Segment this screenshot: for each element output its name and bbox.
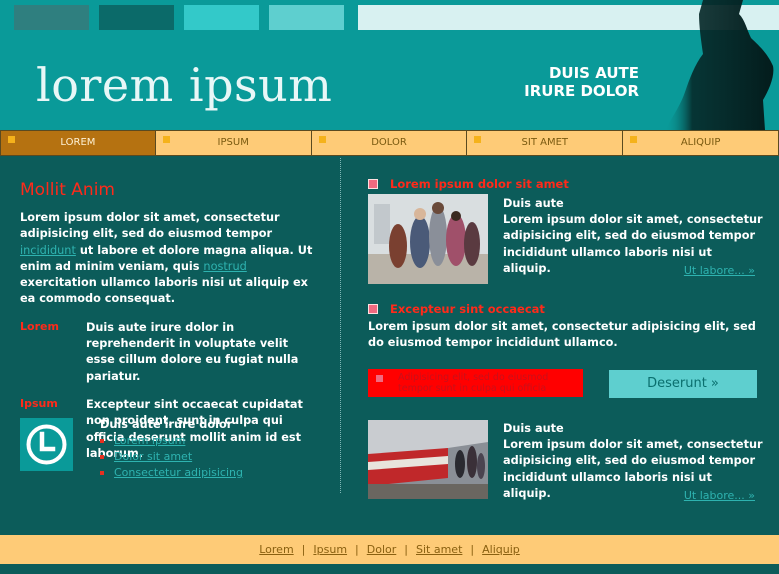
contact-title: Duis aute irure dolor	[100, 418, 233, 431]
woman-silhouette-image	[665, 0, 774, 130]
news-item-title: Duis aute	[503, 197, 564, 210]
clock-icon	[20, 418, 73, 471]
definition-text: Duis aute irure dolor in reprehenderit i…	[86, 320, 299, 383]
nav-label: SIT AMET	[521, 137, 569, 148]
section-2-text: Lorem ipsum dolor sit amet, consectetur …	[368, 320, 756, 350]
header: lorem ipsum DUIS AUTE IRURE DOLOR	[0, 0, 779, 130]
nav-item-dolor[interactable]: DOLOR	[311, 130, 468, 156]
separator: |	[355, 543, 359, 556]
color-swatch-4	[269, 5, 344, 30]
tagline-line-2: IRURE DOLOR	[524, 82, 639, 100]
link-dolor-sit-amet[interactable]: Dolor sit amet	[114, 450, 192, 463]
section-2-title: Excepteur sint occaecat	[390, 302, 545, 316]
contact-body: Duis aute irure dolor Lorem ipsum Dolor …	[100, 418, 243, 481]
crowd-photo	[368, 194, 488, 284]
separator: |	[470, 543, 475, 556]
left-section-title: Mollit Anim	[20, 180, 115, 200]
nav-label: LOREM	[60, 137, 96, 148]
nav-label: ALIQUIP	[680, 137, 721, 148]
column-divider	[340, 158, 341, 493]
alert-box: Adipisicing elit, sed do eiusmod tempor …	[368, 369, 583, 397]
nav-label: IPSUM	[217, 137, 249, 148]
square-icon	[376, 375, 383, 382]
intro-paragraph: Lorem ipsum dolor sit amet, consectetur …	[20, 210, 320, 308]
read-more-link[interactable]: Ut labore... »	[684, 489, 755, 502]
nav-label: DOLOR	[371, 137, 407, 148]
square-icon	[368, 304, 378, 314]
site-logo[interactable]: lorem ipsum	[36, 58, 332, 112]
footer-link-sit-amet[interactable]: Sit amet	[416, 543, 462, 556]
footer-link-lorem[interactable]: Lorem	[259, 543, 293, 556]
bullet-icon	[100, 439, 104, 443]
list-item: Lorem ipsum	[100, 433, 243, 449]
list-item: Consectetur adipisicing	[100, 465, 243, 481]
nav-item-aliquip[interactable]: ALIQUIP	[623, 130, 779, 156]
link-consectetur-adipisicing[interactable]: Consectetur adipisicing	[114, 466, 243, 479]
footer-link-dolor[interactable]: Dolor	[367, 543, 397, 556]
train-photo	[368, 420, 488, 499]
intro-text-3: exercitation ullamco laboris nisi ut ali…	[20, 276, 308, 306]
footer-link-ipsum[interactable]: Ipsum	[313, 543, 347, 556]
intro-link-nostrud[interactable]: nostrud	[203, 260, 246, 273]
color-swatch-2	[99, 5, 174, 30]
definition-term: Lorem	[20, 319, 59, 333]
nav-item-ipsum[interactable]: IPSUM	[155, 130, 312, 156]
read-more-link[interactable]: Ut labore... »	[684, 264, 755, 277]
nav-square-icon	[474, 136, 482, 143]
nav-item-lorem[interactable]: LOREM	[0, 130, 156, 156]
definition-row: Lorem Duis aute irure dolor in reprehend…	[20, 320, 320, 385]
nav-square-icon	[318, 136, 326, 143]
intro-text-1: Lorem ipsum dolor sit amet, consectetur …	[20, 211, 280, 241]
intro-link-incididunt[interactable]: incididunt	[20, 244, 76, 257]
header-tagline: DUIS AUTE IRURE DOLOR	[524, 64, 639, 100]
square-icon	[368, 179, 378, 189]
color-swatch-3	[184, 5, 259, 30]
nav-item-sit-amet[interactable]: SIT AMET	[467, 130, 624, 156]
separator: |	[301, 543, 306, 556]
footer-link-aliquip[interactable]: Aliquip	[482, 543, 520, 556]
footer-nav: Lorem | Ipsum | Dolor | Sit amet | Aliquip	[0, 535, 779, 564]
section-1-header: Lorem ipsum dolor sit amet	[368, 177, 569, 191]
section-2-header: Excepteur sint occaecat	[368, 302, 545, 316]
main-nav: LOREM IPSUM DOLOR SIT AMET ALIQUIP	[0, 130, 779, 156]
list-item: Dolor sit amet	[100, 449, 243, 465]
link-lorem-ipsum[interactable]: Lorem ipsum	[114, 434, 185, 447]
color-swatch-1	[14, 5, 89, 30]
separator: |	[404, 543, 408, 556]
tagline-line-1: DUIS AUTE	[548, 64, 639, 82]
news-item-title: Duis aute	[503, 422, 564, 435]
nav-square-icon	[162, 136, 170, 143]
section-1-title: Lorem ipsum dolor sit amet	[390, 177, 569, 191]
deserunt-button[interactable]: Deserunt »	[609, 370, 757, 398]
nav-square-icon	[630, 136, 638, 143]
nav-square-icon	[8, 136, 15, 143]
bullet-icon	[100, 471, 104, 475]
bullet-icon	[100, 455, 104, 459]
alert-text: Adipisicing elit, sed do eiusmod tempor …	[398, 372, 549, 394]
